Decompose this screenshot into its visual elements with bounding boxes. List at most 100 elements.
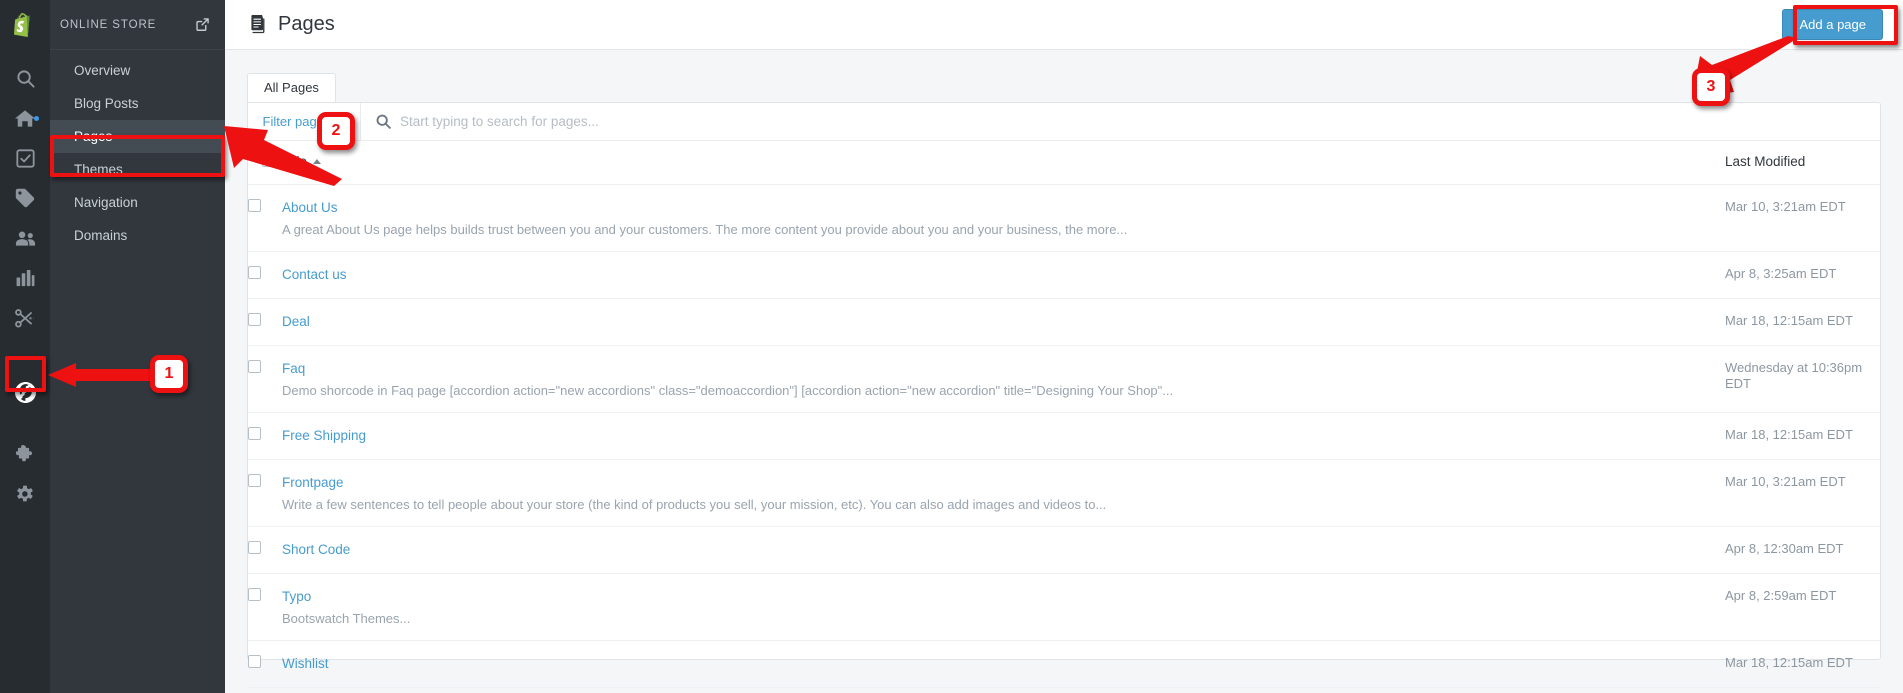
pages-document-icon xyxy=(248,15,267,34)
settings-gear-icon[interactable] xyxy=(0,474,50,514)
page-link[interactable]: Typo xyxy=(282,589,311,604)
table-body: About Us A great About Us page helps bui… xyxy=(248,184,1880,688)
search-input[interactable] xyxy=(400,114,1880,129)
row-select-cell xyxy=(248,298,282,346)
row-checkbox[interactable] xyxy=(248,588,261,601)
discounts-scissors-icon[interactable] xyxy=(0,298,50,338)
top-bar: Pages Add a page xyxy=(225,0,1903,50)
tab-all-pages[interactable]: All Pages xyxy=(247,73,336,102)
table-row[interactable]: Frontpage Write a few sentences to tell … xyxy=(248,459,1880,527)
analytics-bar-chart-icon[interactable] xyxy=(0,258,50,298)
row-checkbox[interactable] xyxy=(248,199,261,212)
orders-checkbox-icon[interactable] xyxy=(0,138,50,178)
row-select-cell xyxy=(248,526,282,574)
row-last-modified: Apr 8, 3:25am EDT xyxy=(1725,251,1880,299)
row-last-modified: Mar 18, 12:15am EDT xyxy=(1725,640,1880,688)
section-nav-title: ONLINE STORE xyxy=(60,18,157,31)
table-header-row: Title Last Modified xyxy=(248,141,1880,185)
page-description: A great About Us page helps builds trust… xyxy=(282,222,1128,237)
table-row[interactable]: Contact us Apr 8, 3:25am EDT xyxy=(248,251,1880,299)
tab-strip: All Pages xyxy=(247,73,1881,102)
row-title-cell: Typo Bootswatch Themes... xyxy=(282,573,1725,641)
row-checkbox[interactable] xyxy=(248,427,261,440)
pages-card: Filter pages Start typing to search for … xyxy=(247,102,1881,688)
table-row[interactable]: Wishlist Mar 18, 12:15am EDT xyxy=(248,640,1880,688)
section-nav-header: ONLINE STORE xyxy=(50,0,225,50)
row-last-modified: Mar 10, 3:21am EDT xyxy=(1725,184,1880,252)
page-description: Bootswatch Themes... xyxy=(282,611,411,626)
row-checkbox[interactable] xyxy=(248,541,261,554)
sidebar-item-label: Overview xyxy=(74,63,131,78)
row-last-modified: Mar 18, 12:15am EDT xyxy=(1725,298,1880,346)
row-checkbox[interactable] xyxy=(248,474,261,487)
annotation-highlight-pages-item xyxy=(50,135,225,177)
shopify-bag-logo-icon[interactable] xyxy=(0,0,50,50)
customers-icon[interactable] xyxy=(0,218,50,258)
home-notification-dot xyxy=(34,116,39,121)
sidebar-item-label: Navigation xyxy=(74,195,138,210)
table-row[interactable]: Typo Bootswatch Themes... Apr 8, 2:59am … xyxy=(248,573,1880,641)
row-last-modified: Mar 18, 12:15am EDT xyxy=(1725,412,1880,460)
row-title-cell: Contact us xyxy=(282,251,1725,299)
column-header-last-modified[interactable]: Last Modified xyxy=(1725,141,1880,185)
column-header-title[interactable]: Title xyxy=(282,141,1725,185)
row-title-cell: Deal xyxy=(282,298,1725,346)
filter-bar: Filter pages xyxy=(248,103,1880,141)
sidebar-item-blog-posts[interactable]: Blog Posts xyxy=(50,87,225,120)
row-select-cell xyxy=(248,184,282,252)
row-title-cell: Frontpage Write a few sentences to tell … xyxy=(282,459,1725,527)
table-row[interactable]: Free Shipping Mar 18, 12:15am EDT xyxy=(248,412,1880,460)
column-header-last-modified-label: Last Modified xyxy=(1725,154,1806,169)
home-icon[interactable] xyxy=(0,98,50,138)
row-checkbox[interactable] xyxy=(248,655,261,668)
products-tag-icon[interactable] xyxy=(0,178,50,218)
page-link[interactable]: Wishlist xyxy=(282,656,329,671)
annotation-highlight-globe xyxy=(5,356,46,392)
row-checkbox[interactable] xyxy=(248,266,261,279)
page-link[interactable]: Short Code xyxy=(282,542,350,557)
page-link[interactable]: Contact us xyxy=(282,267,347,282)
page-link[interactable]: About Us xyxy=(282,200,338,215)
row-title-cell: Free Shipping xyxy=(282,412,1725,460)
main-canvas: All Pages Filter pages Start typing to s… xyxy=(225,50,1903,693)
row-select-cell xyxy=(248,640,282,688)
page-link[interactable]: Faq xyxy=(282,361,305,376)
apps-puzzle-icon[interactable] xyxy=(0,434,50,474)
row-title-cell: Short Code xyxy=(282,526,1725,574)
page-title: Pages xyxy=(278,13,335,35)
search-area xyxy=(361,103,1880,140)
search-icon xyxy=(376,114,391,129)
section-nav: ONLINE STORE Overview Blog Posts Pages T… xyxy=(50,0,225,693)
pages-table: Title Last Modified About Us A great Abo… xyxy=(248,141,1880,688)
row-select-cell xyxy=(248,573,282,641)
row-checkbox[interactable] xyxy=(248,360,261,373)
table-row[interactable]: Short Code Apr 8, 12:30am EDT xyxy=(248,526,1880,574)
row-last-modified: Apr 8, 12:30am EDT xyxy=(1725,526,1880,574)
page-description: Write a few sentences to tell people abo… xyxy=(282,497,1107,512)
sidebar-item-navigation[interactable]: Navigation xyxy=(50,186,225,219)
row-title-cell: About Us A great About Us page helps bui… xyxy=(282,184,1725,252)
row-title-cell: Faq Demo shorcode in Faq page [accordion… xyxy=(282,345,1725,413)
row-last-modified: Apr 8, 2:59am EDT xyxy=(1725,573,1880,641)
page-link[interactable]: Free Shipping xyxy=(282,428,366,443)
sidebar-item-domains[interactable]: Domains xyxy=(50,219,225,252)
row-checkbox[interactable] xyxy=(248,313,261,326)
sidebar-item-overview[interactable]: Overview xyxy=(50,54,225,87)
row-last-modified: Mar 10, 3:21am EDT xyxy=(1725,459,1880,527)
page-link[interactable]: Frontpage xyxy=(282,475,344,490)
table-row[interactable]: About Us A great About Us page helps bui… xyxy=(248,184,1880,252)
table-row[interactable]: Faq Demo shorcode in Faq page [accordion… xyxy=(248,345,1880,413)
annotation-badge-1: 1 xyxy=(150,355,188,393)
sidebar-item-label: Blog Posts xyxy=(74,96,139,111)
annotation-highlight-add-page xyxy=(1793,5,1898,45)
page-link[interactable]: Deal xyxy=(282,314,310,329)
annotation-badge-3: 3 xyxy=(1692,68,1730,106)
row-select-cell xyxy=(248,459,282,527)
sidebar-item-label: Domains xyxy=(74,228,128,243)
table-row[interactable]: Deal Mar 18, 12:15am EDT xyxy=(248,298,1880,346)
row-select-cell xyxy=(248,251,282,299)
search-icon[interactable] xyxy=(0,58,50,98)
external-link-icon[interactable] xyxy=(196,18,209,31)
annotation-badge-2: 2 xyxy=(317,112,355,150)
row-last-modified: Wednesday at 10:36pm EDT xyxy=(1725,345,1880,413)
